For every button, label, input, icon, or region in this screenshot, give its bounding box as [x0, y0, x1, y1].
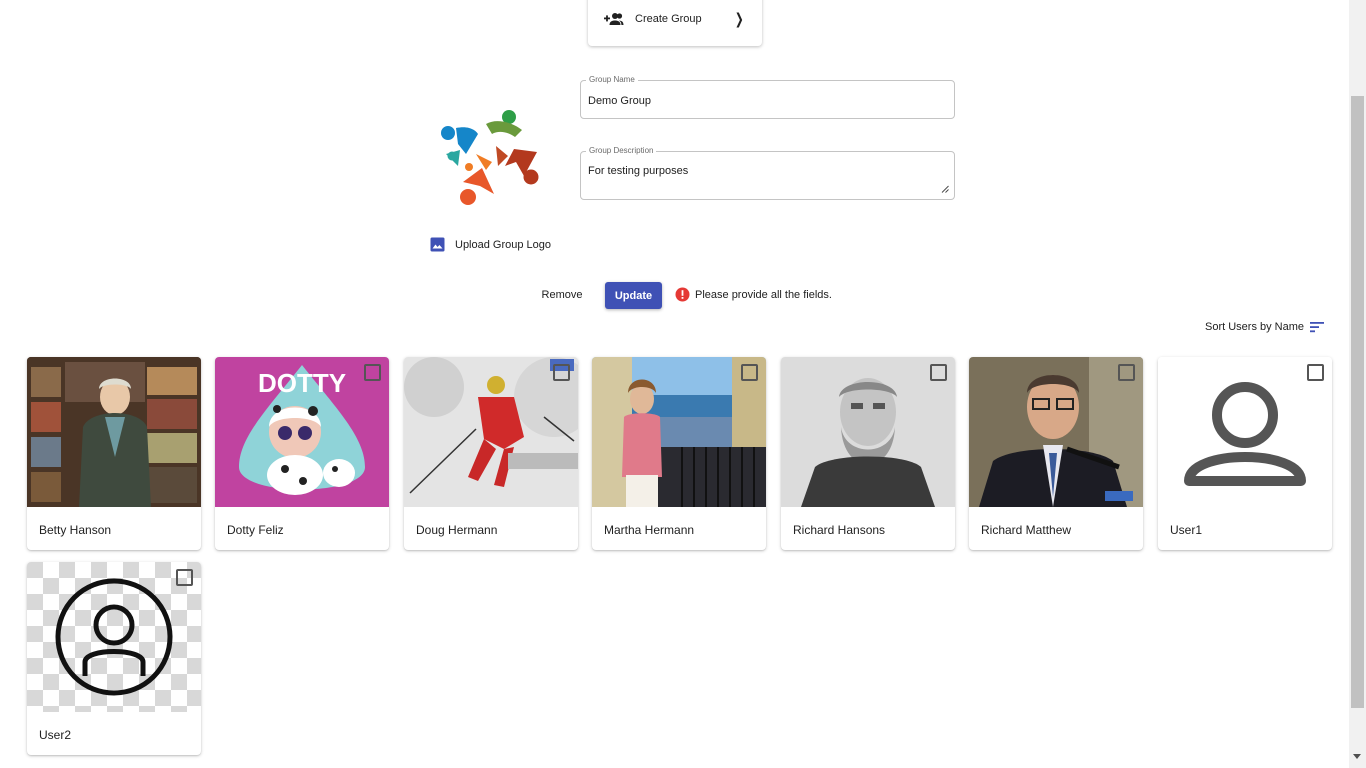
- group-logo: [436, 104, 544, 210]
- select-checkbox[interactable]: [741, 364, 758, 381]
- user-photo: [27, 562, 201, 712]
- sort-users-button[interactable]: Sort Users by Name: [1205, 320, 1325, 334]
- remove-button[interactable]: Remove: [534, 282, 590, 308]
- user-card-richard-hansons[interactable]: Richard Hansons: [781, 357, 955, 550]
- user-name: User2: [39, 728, 72, 742]
- user-photo: [969, 357, 1143, 507]
- upload-group-logo-button[interactable]: Upload Group Logo: [430, 237, 551, 252]
- update-button[interactable]: Update: [605, 282, 662, 309]
- dotty-logo-text: DOTTY: [258, 368, 346, 398]
- user-card-doug-hermann[interactable]: Doug Hermann: [404, 357, 578, 550]
- select-checkbox[interactable]: [176, 569, 193, 586]
- group-description-label: Group Description: [586, 146, 657, 155]
- user-photo: [404, 357, 578, 507]
- user-card-martha-hermann[interactable]: Martha Hermann: [592, 357, 766, 550]
- user-name: Martha Hermann: [604, 523, 695, 537]
- user-photo: [27, 357, 201, 507]
- select-checkbox[interactable]: [930, 364, 947, 381]
- error-text: Please provide all the fields.: [695, 288, 832, 301]
- group-name-label: Group Name: [586, 75, 638, 84]
- sort-icon: [1310, 322, 1325, 333]
- group-add-icon: [604, 9, 624, 29]
- user-photo: DOTTY: [215, 357, 389, 507]
- user-photo: [781, 357, 955, 507]
- user-name: Richard Matthew: [981, 523, 1072, 537]
- user-name: Richard Hansons: [793, 523, 886, 537]
- group-name-input[interactable]: [588, 95, 938, 107]
- group-description-input[interactable]: For testing purposes: [588, 165, 938, 189]
- user-card-betty-hanson[interactable]: Betty Hanson: [27, 357, 201, 550]
- error-icon: [675, 287, 690, 302]
- image-icon: [430, 237, 445, 252]
- select-checkbox[interactable]: [1307, 364, 1324, 381]
- user-card-dotty-feliz[interactable]: DOTTY Dotty Feliz: [215, 357, 389, 550]
- create-group-button[interactable]: Create Group ❯: [588, 0, 762, 46]
- user-name: User1: [1170, 523, 1203, 537]
- scrollbar-thumb[interactable]: [1351, 96, 1364, 708]
- user-card-user2[interactable]: User2: [27, 562, 201, 755]
- sort-label: Sort Users by Name: [1205, 321, 1305, 333]
- page-scrollbar[interactable]: [1349, 0, 1366, 768]
- user-name: Doug Hermann: [416, 523, 498, 537]
- user-name: Betty Hanson: [39, 523, 112, 537]
- user-photo: [1158, 357, 1332, 507]
- user-photo: [592, 357, 766, 507]
- select-checkbox[interactable]: [364, 364, 381, 381]
- person-placeholder-icon: [1158, 357, 1332, 507]
- user-card-richard-matthew[interactable]: Richard Matthew: [969, 357, 1143, 550]
- group-name-field[interactable]: Group Name: [580, 75, 955, 119]
- upload-group-logo-label: Upload Group Logo: [455, 238, 552, 251]
- scroll-down-arrow[interactable]: [1353, 754, 1361, 759]
- chevron-right-icon: ❯: [735, 11, 745, 28]
- resize-grip-icon[interactable]: [941, 185, 949, 193]
- user-card-user1[interactable]: User1: [1158, 357, 1332, 550]
- group-description-field[interactable]: Group Description For testing purposes: [580, 146, 955, 200]
- create-group-label: Create Group: [635, 13, 702, 25]
- user-name: Dotty Feliz: [227, 523, 284, 537]
- select-checkbox[interactable]: [1118, 364, 1135, 381]
- error-message: Please provide all the fields.: [675, 287, 832, 302]
- select-checkbox[interactable]: [553, 364, 570, 381]
